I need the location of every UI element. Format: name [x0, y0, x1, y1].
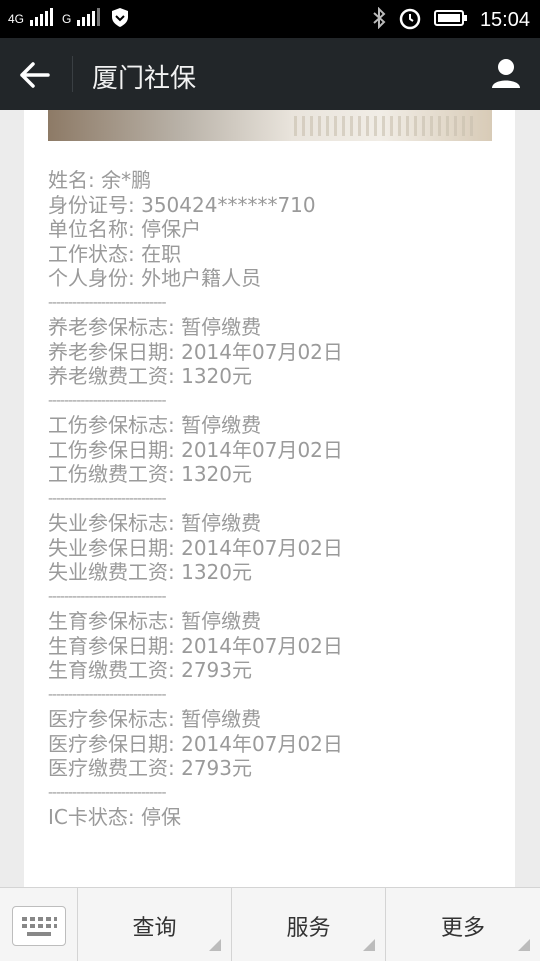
info-line: 失业参保标志: 暂停缴费: [48, 511, 262, 535]
keyboard-toggle-button[interactable]: [0, 888, 78, 961]
shield-icon: [109, 6, 131, 32]
info-line: 医疗参保日期: 2014年07月02日: [48, 731, 343, 756]
separator-line: -----------------------------: [48, 490, 167, 507]
app-bar: 厦门社保: [0, 38, 540, 110]
info-line: 养老参保标志: 暂停缴费: [48, 315, 262, 339]
separator-line: -----------------------------: [48, 392, 167, 409]
message-card: 姓名: 余*鹏 身份证号: 350424******710 单位名称: 停保户 工作状…: [24, 110, 515, 888]
info-line: 身份证号: 350424******710: [48, 192, 316, 217]
network-type-1: 4G: [8, 12, 25, 26]
info-line: IC卡状态: 停保: [48, 805, 181, 829]
header-divider: [72, 56, 73, 92]
menu-service-label: 服务: [286, 916, 331, 941]
menu-query-label: 查询: [132, 916, 177, 941]
info-line: 生育缴费工资: 2793元: [48, 658, 252, 682]
bluetooth-icon: [372, 6, 386, 33]
banner-image: [48, 110, 492, 141]
status-bar: 4G G 15:04: [0, 0, 540, 38]
signal-icon-1: [30, 8, 56, 30]
bottom-menu: 查询 服务 更多: [0, 887, 540, 961]
info-line: 失业参保日期: 2014年07月02日: [48, 535, 343, 560]
info-line: 工伤参保日期: 2014年07月02日: [48, 437, 343, 462]
info-line: 养老缴费工资: 1320元: [48, 364, 252, 388]
info-line: 个人身份: 外地户籍人员: [48, 266, 262, 290]
info-line: 工作状态: 在职: [48, 241, 182, 266]
info-line: 生育参保标志: 暂停缴费: [48, 609, 262, 633]
info-line: 医疗参保标志: 暂停缴费: [48, 707, 262, 731]
info-line: 工伤参保标志: 暂停缴费: [48, 413, 262, 437]
battery-icon: [433, 9, 468, 31]
back-button[interactable]: [18, 60, 54, 90]
profile-button[interactable]: [486, 54, 526, 94]
submenu-indicator-icon: [363, 939, 375, 951]
menu-more-label: 更多: [440, 916, 485, 941]
separator-line: -----------------------------: [48, 784, 167, 801]
info-line: 工伤缴费工资: 1320元: [48, 462, 252, 486]
info-line: 生育参保日期: 2014年07月02日: [48, 633, 343, 658]
user-icon: [492, 59, 520, 88]
menu-more[interactable]: 更多: [386, 888, 540, 961]
info-line: 姓名: 余*鹏: [48, 168, 152, 192]
menu-query[interactable]: 查询: [78, 888, 232, 961]
page-title: 厦门社保: [92, 64, 197, 94]
info-line: 养老参保日期: 2014年07月02日: [48, 339, 343, 364]
keyboard-icon: [12, 906, 66, 946]
menu-service[interactable]: 服务: [232, 888, 386, 961]
clock: 15:04: [479, 8, 530, 31]
network-type-2: G: [62, 12, 72, 26]
back-arrow-icon: [20, 62, 50, 88]
info-line: 医疗缴费工资: 2793元: [48, 756, 252, 780]
submenu-indicator-icon: [209, 939, 221, 951]
separator-line: -----------------------------: [48, 588, 167, 605]
info-line: 单位名称: 停保户: [48, 217, 202, 241]
info-line: 失业缴费工资: 1320元: [48, 560, 252, 584]
alarm-icon: [398, 6, 422, 34]
separator-line: -----------------------------: [48, 686, 167, 703]
signal-icon-2: [77, 8, 103, 30]
submenu-indicator-icon: [518, 939, 530, 951]
info-block: 姓名: 余*鹏 身份证号: 350424******710 单位名称: 停保户 工作状…: [48, 168, 498, 830]
separator-line: -----------------------------: [48, 294, 167, 311]
